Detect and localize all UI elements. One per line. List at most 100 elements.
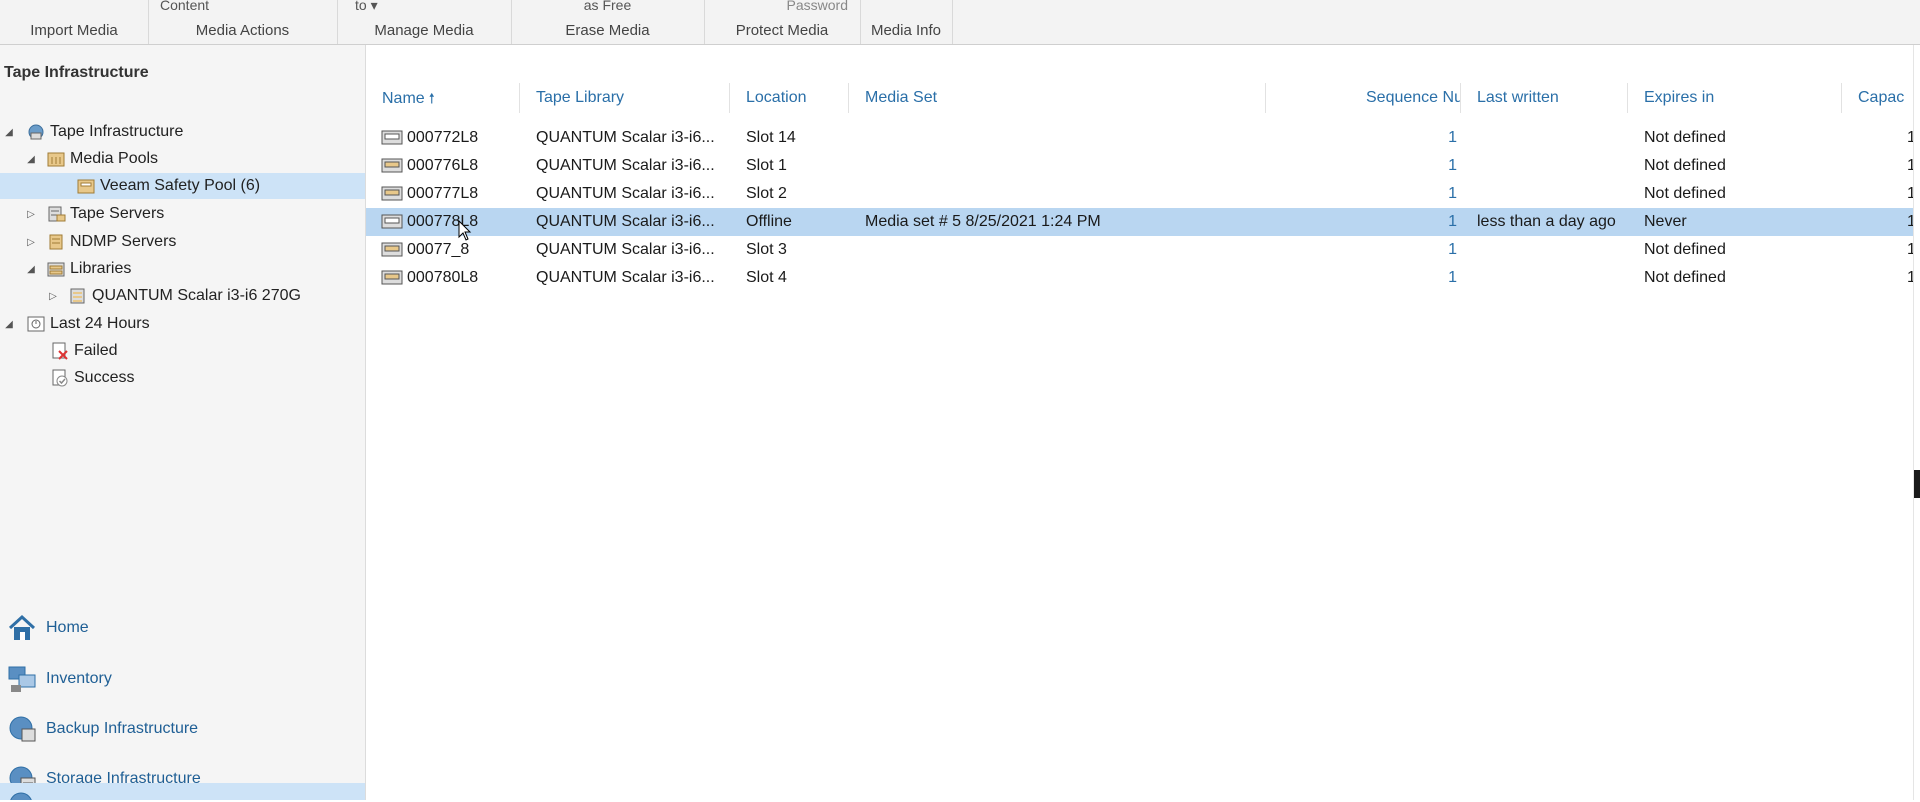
column-header-label: Last written xyxy=(1477,89,1559,106)
cell-tape-library: QUANTUM Scalar i3-i6... xyxy=(536,269,715,286)
ribbon-group-top-text: Content xyxy=(160,0,210,13)
table-row[interactable]: 000777L8 QUANTUM Scalar i3-i6... Slot 2 … xyxy=(366,180,1920,208)
tape-icon xyxy=(381,242,403,257)
tree-node-last-24-hours[interactable]: ◢ Last 24 Hours xyxy=(0,311,365,337)
inventory-icon xyxy=(6,663,38,695)
tree-node-libraries[interactable]: ◢ Libraries xyxy=(0,256,365,282)
tree-node-label: Media Pools xyxy=(70,150,159,167)
collapsed-arrow-icon[interactable]: ▷ xyxy=(46,291,60,302)
tape-icon xyxy=(381,270,403,285)
tree-node-label: Veeam Safety Pool (6) xyxy=(100,177,261,194)
tape-infrastructure-nav-icon xyxy=(6,789,38,800)
ribbon-group-top-text: to ▾ xyxy=(355,0,378,13)
column-header-last-written[interactable]: Last written xyxy=(1461,83,1628,113)
cell-last-written xyxy=(1477,124,1627,152)
last-24-hours-icon xyxy=(26,315,46,333)
tree-node-veeam-safety-pool[interactable]: Veeam Safety Pool (6) xyxy=(0,173,365,199)
ribbon-group-label: Media Actions xyxy=(195,22,290,39)
failed-job-icon xyxy=(50,342,70,360)
tree-node-label: NDMP Servers xyxy=(70,233,177,250)
cell-expires-in: Not defined xyxy=(1644,269,1726,286)
tapes-grid: Name 🠕 Tape Library Location Media Set Se… xyxy=(366,45,1920,800)
tape-infrastructure-icon xyxy=(26,123,46,141)
nav-button-home[interactable]: Home xyxy=(0,605,365,651)
cell-expires-in: Not defined xyxy=(1644,185,1726,202)
table-row-selected[interactable]: 000778L8 QUANTUM Scalar i3-i6... Offline… xyxy=(366,208,1920,236)
sort-ascending-icon: 🠕 xyxy=(428,90,435,106)
tape-icon xyxy=(381,186,403,201)
tree-node-failed[interactable]: Failed xyxy=(0,338,365,364)
media-pools-icon xyxy=(46,150,66,168)
ribbon-group-label: Import Media xyxy=(30,22,118,39)
expanded-arrow-icon[interactable]: ◢ xyxy=(2,319,16,330)
ndmp-servers-icon xyxy=(46,233,66,251)
collapsed-arrow-icon[interactable]: ▷ xyxy=(24,237,38,248)
cell-media-set xyxy=(865,236,1265,264)
column-header-name[interactable]: Name 🠕 xyxy=(366,83,520,113)
tree-node-ndmp-servers[interactable]: ▷ NDMP Servers xyxy=(0,229,365,255)
cell-tape-library: QUANTUM Scalar i3-i6... xyxy=(536,241,715,258)
expanded-arrow-icon[interactable]: ◢ xyxy=(2,127,16,138)
cell-last-written: less than a day ago xyxy=(1477,213,1616,230)
nav-button-label: Home xyxy=(46,619,89,636)
backup-infrastructure-icon xyxy=(6,713,38,745)
vertical-scrollbar[interactable] xyxy=(1913,45,1920,800)
collapsed-arrow-icon[interactable]: ▷ xyxy=(24,209,38,220)
table-row[interactable]: 000780L8 QUANTUM Scalar i3-i6... Slot 4 … xyxy=(366,264,1920,292)
ribbon-group-label: Media Info xyxy=(870,22,942,39)
scrollbar-thumb[interactable] xyxy=(1914,470,1920,498)
column-header-location[interactable]: Location xyxy=(730,83,849,113)
ribbon-group-protect-media[interactable]: Password Protect Media xyxy=(704,0,861,44)
nav-button-inventory[interactable]: Inventory xyxy=(0,656,365,702)
navigation-pane-title: Tape Infrastructure xyxy=(4,64,149,81)
cell-tape-library: QUANTUM Scalar i3-i6... xyxy=(536,157,715,174)
tree-node-success[interactable]: Success xyxy=(0,365,365,391)
ribbon-group-erase-media[interactable]: as Free Erase Media xyxy=(511,0,705,44)
cell-sequence-number: 1 xyxy=(1448,241,1457,258)
cell-name: 000780L8 xyxy=(407,269,479,286)
ribbon-group-media-actions[interactable]: Content Media Actions xyxy=(148,0,338,44)
ribbon: Import Media Content Media Actions to ▾ … xyxy=(0,0,1920,45)
tree-node-media-pools[interactable]: ◢ Media Pools xyxy=(0,146,365,172)
ribbon-group-top-text: as Free xyxy=(583,0,632,13)
cell-tape-library: QUANTUM Scalar i3-i6... xyxy=(536,185,715,202)
tree-node-label: Failed xyxy=(74,342,118,359)
column-header-sequence-number[interactable]: Sequence Number xyxy=(1266,83,1461,113)
nav-button-backup-infrastructure[interactable]: Backup Infrastructure xyxy=(0,706,365,752)
home-icon xyxy=(6,612,38,644)
table-row[interactable]: 000776L8 QUANTUM Scalar i3-i6... Slot 1 … xyxy=(366,152,1920,180)
cell-expires-in: Not defined xyxy=(1644,129,1726,146)
ribbon-group-label: Protect Media xyxy=(735,22,829,39)
expanded-arrow-icon[interactable]: ◢ xyxy=(24,264,38,275)
tree-node-label: Last 24 Hours xyxy=(50,315,150,332)
cell-location: Slot 3 xyxy=(746,241,787,258)
nav-button-label: Inventory xyxy=(46,670,112,687)
column-header-label: Capac xyxy=(1858,89,1905,106)
nav-button-tape-infrastructure[interactable] xyxy=(0,783,365,800)
column-header-capacity[interactable]: Capac xyxy=(1842,83,1920,113)
tree-node-tape-servers[interactable]: ▷ Tape Servers xyxy=(0,201,365,227)
cell-last-written xyxy=(1477,152,1627,180)
column-header-label: Expires in xyxy=(1644,89,1715,106)
cell-expires-in: Not defined xyxy=(1644,241,1726,258)
tree-node-tape-infrastructure[interactable]: ◢ Tape Infrastructure xyxy=(0,119,365,145)
ribbon-group-manage-media[interactable]: to ▾ Manage Media xyxy=(337,0,512,44)
cell-media-set: Media set # 5 8/25/2021 1:24 PM xyxy=(865,213,1101,230)
tree-node-quantum-library[interactable]: ▷ QUANTUM Scalar i3-i6 270G xyxy=(0,283,365,309)
ribbon-group-import-media[interactable]: Import Media xyxy=(0,0,149,44)
table-row[interactable]: 00077_8 QUANTUM Scalar i3-i6... Slot 3 1… xyxy=(366,236,1920,264)
tree-node-label: Libraries xyxy=(70,260,132,277)
column-header-media-set[interactable]: Media Set xyxy=(849,83,1266,113)
cell-media-set xyxy=(865,124,1265,152)
column-header-tape-library[interactable]: Tape Library xyxy=(520,83,730,113)
cell-tape-library: QUANTUM Scalar i3-i6... xyxy=(536,213,715,230)
tree-node-label: Tape Infrastructure xyxy=(50,123,184,140)
cell-location: Slot 14 xyxy=(746,129,796,146)
ribbon-group-media-info[interactable]: Media Info xyxy=(860,0,953,44)
table-row[interactable]: 000772L8 QUANTUM Scalar i3-i6... Slot 14… xyxy=(366,124,1920,152)
expanded-arrow-icon[interactable]: ◢ xyxy=(24,154,38,165)
cell-media-set xyxy=(865,152,1265,180)
column-header-expires-in[interactable]: Expires in xyxy=(1628,83,1842,113)
cell-last-written xyxy=(1477,180,1627,208)
cell-location: Slot 1 xyxy=(746,157,787,174)
